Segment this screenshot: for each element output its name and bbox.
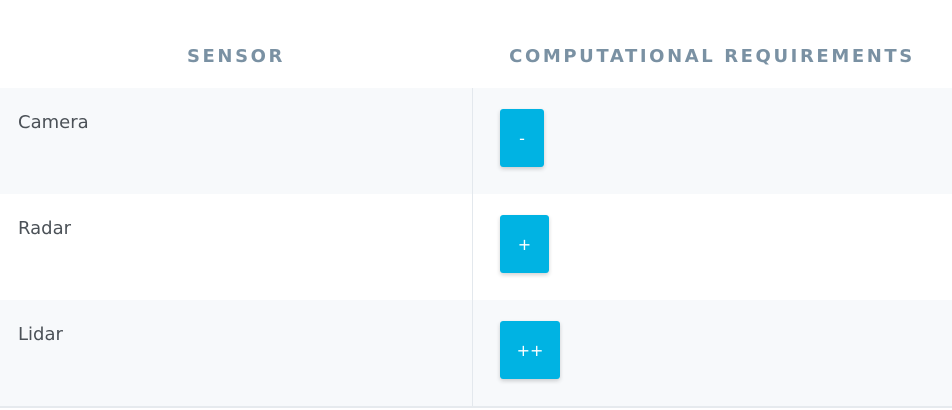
sensor-cell: Camera (18, 112, 89, 133)
table-row: Camera - (0, 88, 952, 194)
sensor-requirements-table: SENSOR COMPUTATIONAL REQUIREMENTS Camera… (0, 0, 952, 410)
requirement-badge: ++ (500, 321, 560, 379)
table-bottom-border (0, 406, 952, 408)
table-row: Radar + (0, 194, 952, 300)
sensor-cell: Radar (18, 218, 71, 239)
table-header: SENSOR COMPUTATIONAL REQUIREMENTS (0, 0, 952, 88)
requirement-badge: - (500, 109, 544, 167)
sensor-cell: Lidar (18, 324, 63, 345)
column-header-requirements: COMPUTATIONAL REQUIREMENTS (509, 46, 915, 67)
column-header-sensor: SENSOR (186, 46, 286, 67)
column-divider (472, 88, 473, 406)
requirement-badge: + (500, 215, 549, 273)
table-row: Lidar ++ (0, 300, 952, 406)
